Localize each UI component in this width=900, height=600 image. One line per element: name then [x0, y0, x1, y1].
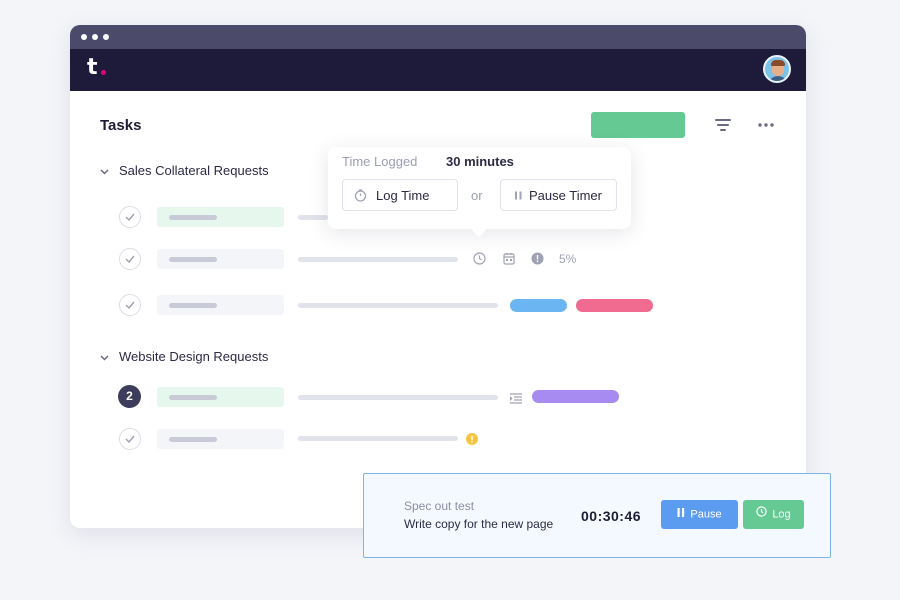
task-name-placeholder[interactable] [157, 387, 284, 407]
task-description-placeholder [298, 257, 458, 262]
pause-timer-button[interactable]: Pause Timer [500, 179, 617, 211]
stopwatch-icon [354, 189, 367, 202]
task-complete-checkbox[interactable] [119, 428, 141, 450]
task-description-placeholder [298, 436, 458, 441]
progress-percent: 5% [559, 252, 577, 266]
avatar[interactable] [763, 55, 791, 83]
page-title: Tasks [100, 117, 142, 134]
pause-timer-label: Pause Timer [529, 188, 602, 203]
section-title: Sales Collateral Requests [119, 163, 269, 178]
task-name-placeholder[interactable] [157, 249, 284, 269]
pause-icon [677, 500, 685, 529]
timer-pause-button[interactable]: Pause [661, 500, 738, 529]
clock-icon[interactable] [473, 252, 486, 270]
task-description-placeholder [298, 395, 498, 400]
window-dot-icon [92, 34, 98, 40]
section-title: Website Design Requests [119, 349, 269, 364]
timer-elapsed: 00:30:46 [581, 508, 642, 524]
app-window: t Tasks Sales Collateral Requests 5% Web… [70, 25, 806, 528]
time-logged-label: Time Logged [342, 154, 418, 169]
more-horizontal-icon[interactable] [758, 115, 774, 131]
task-name-placeholder[interactable] [157, 295, 284, 315]
add-task-button[interactable] [591, 112, 685, 138]
window-dot-icon [81, 34, 87, 40]
section-header-sales[interactable]: Sales Collateral Requests [100, 163, 269, 178]
task-description-placeholder [298, 215, 328, 220]
task-name-placeholder[interactable] [157, 429, 284, 449]
task-complete-checkbox[interactable] [119, 248, 141, 270]
timer-task-subtitle: Write copy for the new page [404, 517, 554, 531]
task-tag-blue[interactable] [510, 299, 567, 312]
filter-lines-icon[interactable] [715, 118, 731, 136]
app-logo[interactable]: t [87, 55, 98, 81]
app-header [70, 49, 806, 91]
window-dot-icon [103, 34, 109, 40]
chevron-down-icon [100, 353, 114, 364]
task-tag-purple[interactable] [532, 390, 619, 403]
warning-icon[interactable] [466, 432, 478, 450]
time-logged-popover: Time Logged 30 minutes Log Time or Pause… [328, 147, 631, 238]
timer-task-title: Spec out test [404, 499, 475, 513]
or-label: or [471, 188, 483, 203]
logo-dot-icon [101, 70, 106, 75]
list-icon[interactable] [510, 391, 522, 409]
task-name-placeholder[interactable] [157, 207, 284, 227]
alert-circle-icon[interactable] [531, 252, 544, 270]
active-timer-bar: Spec out test Write copy for the new pag… [363, 473, 831, 558]
clock-icon [756, 500, 768, 529]
timer-log-label: Log [772, 508, 791, 521]
timer-log-button[interactable]: Log [743, 500, 804, 529]
pause-icon [515, 191, 522, 200]
task-tag-pink[interactable] [576, 299, 653, 312]
popover-arrow [471, 222, 487, 238]
log-time-label: Log Time [376, 188, 430, 203]
task-complete-checkbox[interactable] [119, 294, 141, 316]
timer-pause-label: Pause [690, 508, 722, 521]
task-complete-checkbox[interactable] [119, 206, 141, 228]
section-header-website[interactable]: Website Design Requests [100, 349, 268, 364]
time-logged-value: 30 minutes [446, 154, 514, 169]
window-titlebar [70, 25, 806, 49]
subtask-count-badge[interactable]: 2 [118, 385, 141, 408]
log-time-button[interactable]: Log Time [342, 179, 458, 211]
task-description-placeholder [298, 303, 498, 308]
chevron-down-icon [100, 167, 114, 178]
calendar-icon[interactable] [503, 252, 515, 270]
